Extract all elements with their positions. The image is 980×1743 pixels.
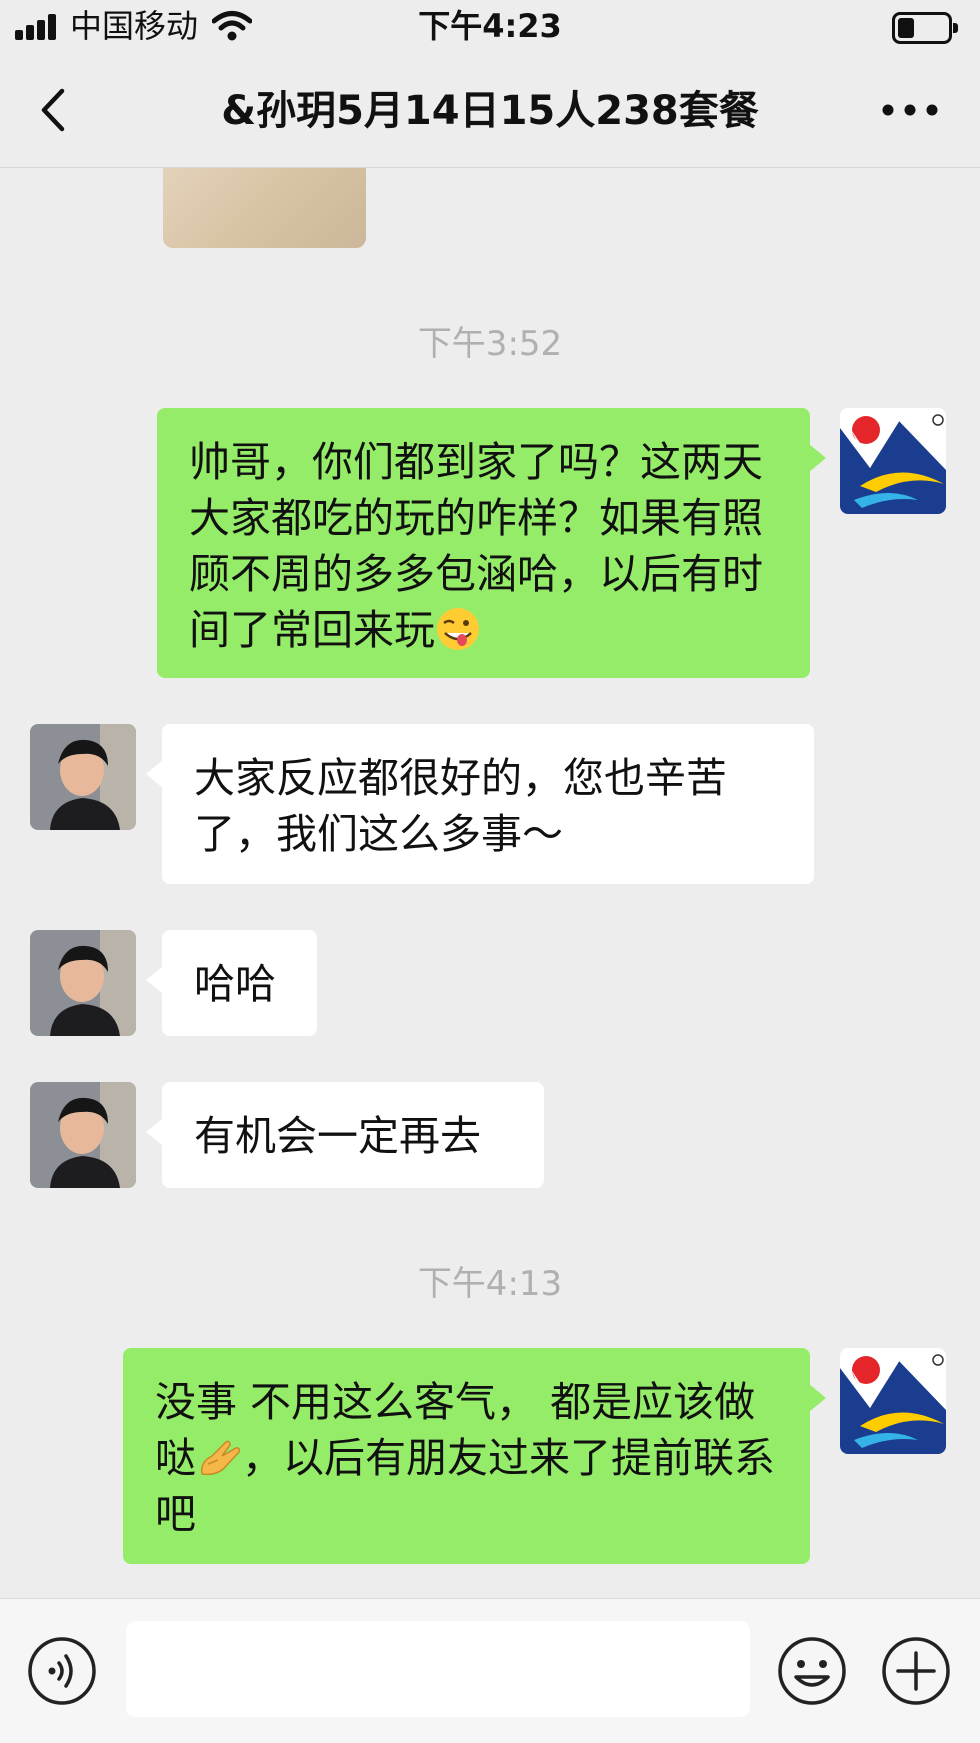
message-text: 哈哈 xyxy=(194,960,276,1008)
incoming-message[interactable]: 有机会一定再去 xyxy=(146,1082,544,1188)
chevron-left-icon[interactable] xyxy=(30,85,80,135)
more-dots-icon[interactable] xyxy=(880,95,940,125)
message-text-after: ，以后有朋友过来了提前联系吧 xyxy=(155,1434,775,1538)
contact-photo-icon xyxy=(30,930,136,1036)
input-bar xyxy=(0,1598,980,1743)
self-avatar[interactable] xyxy=(840,408,946,514)
contact-avatar[interactable] xyxy=(30,930,136,1036)
outgoing-message[interactable]: 帅哥，你们都到家了吗？这两天大家都吃的玩的咋样？如果有照顾不周的多多包涵哈，以后… xyxy=(157,408,826,678)
status-time: 下午4:23 xyxy=(418,7,562,45)
chat-title: &孙玥5月14日15人238套餐 xyxy=(221,88,759,134)
voice-icon[interactable] xyxy=(26,1635,98,1707)
contact-avatar[interactable] xyxy=(30,1082,136,1188)
incoming-message[interactable]: 哈哈 xyxy=(146,930,317,1036)
message-list[interactable]: 下午3:52 帅哥，你们都到家了吗？这两天大家都吃的玩的咋样？如果有照顾不周的多… xyxy=(0,168,980,1598)
battery-icon xyxy=(892,12,958,44)
winking-face-emoji-icon xyxy=(437,608,479,650)
pinching-hand-emoji-icon xyxy=(200,1440,240,1476)
brand-logo-icon xyxy=(840,1348,946,1454)
outgoing-message[interactable]: 没事 不用这么客气， 都是应该做哒 ，以后有朋友过来了提前联系吧 xyxy=(123,1348,826,1564)
contact-photo-icon xyxy=(30,724,136,830)
contact-avatar[interactable] xyxy=(30,724,136,830)
timestamp: 下午4:13 xyxy=(417,1264,563,1304)
chat-screen: 中国移动 下午4:23 &孙玥5月14日15人238套餐 下午3:52 帅哥，你… xyxy=(0,0,980,1743)
nav-bar: &孙玥5月14日15人238套餐 xyxy=(0,55,980,168)
image-message-thumbnail[interactable] xyxy=(163,168,366,248)
incoming-message[interactable]: 大家反应都很好的，您也辛苦了，我们这么多事～ xyxy=(146,724,814,884)
message-text: 有机会一定再去 xyxy=(194,1112,481,1160)
self-avatar[interactable] xyxy=(840,1348,946,1454)
message-input[interactable] xyxy=(126,1621,750,1717)
message-text: 大家反应都很好的，您也辛苦了，我们这么多事～ xyxy=(194,754,727,858)
smiley-icon[interactable] xyxy=(776,1635,848,1707)
timestamp: 下午3:52 xyxy=(417,324,563,364)
contact-photo-icon xyxy=(30,1082,136,1188)
status-bar: 中国移动 下午4:23 xyxy=(0,0,980,55)
brand-logo-icon xyxy=(840,408,946,514)
plus-icon[interactable] xyxy=(880,1635,952,1707)
